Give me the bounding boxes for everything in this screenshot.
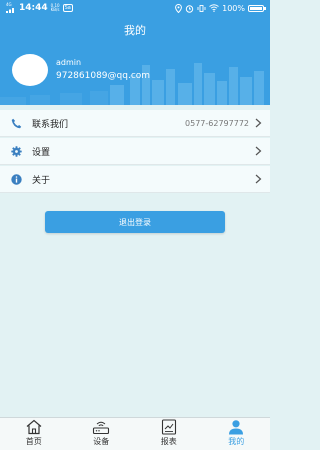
page-title: 我的 [124, 24, 146, 37]
avatar[interactable] [12, 54, 48, 86]
notification-icon: Sa [62, 4, 73, 12]
menu-item-label: 设置 [32, 147, 51, 158]
bottom-tab-bar: 首页 设备 报表 我的 [0, 417, 270, 450]
tab-label: 首页 [25, 437, 42, 446]
tab-home[interactable]: 首页 [0, 418, 68, 450]
chevron-right-icon [255, 174, 262, 184]
tab-reports[interactable]: 报表 [135, 418, 203, 450]
tab-mine[interactable]: 我的 [203, 418, 271, 450]
username: admin [56, 58, 82, 67]
person-icon [229, 420, 244, 435]
menu-item-label: 关于 [32, 175, 51, 186]
status-time: 14:44 [19, 3, 48, 13]
location-icon [175, 3, 183, 13]
battery-level [250, 6, 262, 10]
chevron-right-icon [255, 118, 262, 128]
network-speed-unit: KB/s [50, 7, 60, 12]
logout-button[interactable]: 退出登录 [45, 211, 225, 233]
battery-percent: 100% [222, 3, 245, 13]
vibrate-icon [197, 4, 206, 12]
menu-item-settings[interactable]: 设置 [0, 138, 270, 165]
tab-label: 我的 [228, 437, 245, 446]
chevron-right-icon [255, 146, 262, 156]
profile-header: 我的 admin 972861089@qq.com [0, 16, 270, 105]
menu-item-label: 联系我们 [32, 119, 69, 130]
tab-label: 设备 [93, 437, 110, 446]
menu-item-about[interactable]: 关于 [0, 166, 270, 193]
signal-icon: 4G [6, 3, 16, 13]
signal-bars-icon [6, 8, 14, 13]
user-email: 972861089@qq.com [56, 71, 151, 81]
report-icon [161, 419, 176, 435]
alarm-icon [185, 4, 194, 13]
contact-phone-number: 0577-62797772 [185, 118, 249, 128]
gear-icon [10, 145, 22, 157]
network-speed: 0.10 KB/s [51, 4, 60, 12]
tab-label: 报表 [160, 437, 177, 446]
home-icon [26, 419, 42, 435]
phone-icon [10, 117, 22, 129]
tab-devices[interactable]: 设备 [68, 418, 136, 450]
status-bar: 4G 14:44 0.10 KB/s Sa 100% [0, 0, 270, 16]
menu-item-contact-us[interactable]: 联系我们 0577-62797772 [0, 110, 270, 137]
router-icon [93, 421, 110, 435]
info-icon [10, 173, 22, 185]
battery-icon [248, 4, 266, 12]
wifi-icon [209, 4, 219, 12]
menu-list: 联系我们 0577-62797772 设置 关于 [0, 110, 270, 193]
